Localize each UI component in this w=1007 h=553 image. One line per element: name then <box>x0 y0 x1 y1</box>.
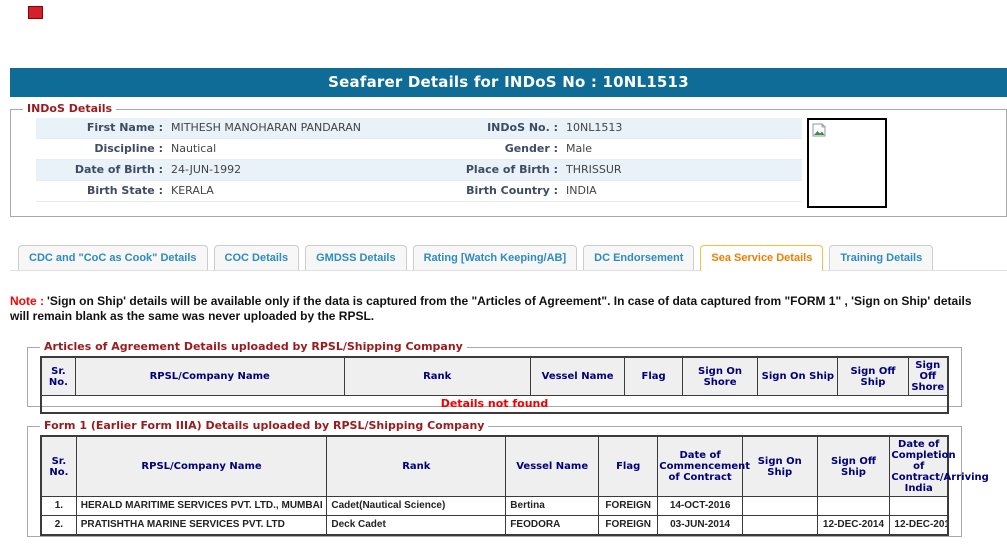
column-header: Sign Off Ship <box>838 357 908 396</box>
page-title: Seafarer Details for INDoS No : 10NL1513 <box>328 73 689 91</box>
column-header: Vessel Name <box>506 436 599 497</box>
table-cell: Bertina <box>506 497 599 516</box>
table-cell: 1. <box>41 497 76 516</box>
field-row: Birth State :KERALABirth Country :INDIA <box>36 181 802 202</box>
tab-bar: CDC and "CoC as Cook" DetailsCOC Details… <box>10 245 1007 271</box>
table-row: 2.PRATISHTHA MARINE SERVICES PVT. LTDDec… <box>41 516 948 536</box>
field-value: MITHESH MANOHARAN PANDARAN <box>171 118 436 138</box>
column-header: Sr. No. <box>41 357 75 396</box>
articles-table: Sr. No.RPSL/Company NameRankVessel NameF… <box>40 356 949 414</box>
form1-fieldset: Form 1 (Earlier Form IIIA) Details uploa… <box>27 426 962 537</box>
column-header: Flag <box>599 436 658 497</box>
tab-coc-details[interactable]: COC Details <box>214 245 300 270</box>
field-label: Discipline : <box>36 139 171 159</box>
tab-dc-endorsement[interactable]: DC Endorsement <box>583 245 694 270</box>
table-cell: HERALD MARITIME SERVICES PVT. LTD., MUMB… <box>76 497 327 516</box>
field-row: Date of Birth :24-JUN-1992Place of Birth… <box>36 160 802 181</box>
note: Note :'Sign on Ship' details will be ava… <box>10 294 988 324</box>
tab-training-details[interactable]: Training Details <box>829 245 933 270</box>
broken-image-marker <box>28 6 43 19</box>
field-value: THRISSUR <box>566 160 802 180</box>
table-cell: 14-OCT-2016 <box>658 497 743 516</box>
column-header: Sr. No. <box>41 436 76 497</box>
field-value: KERALA <box>171 181 436 201</box>
table-cell: FOREIGN <box>599 516 658 536</box>
column-header: Rank <box>327 436 506 497</box>
note-text: 'Sign on Ship' details will be available… <box>10 294 972 323</box>
field-value: INDIA <box>566 181 802 201</box>
broken-image-icon <box>812 123 826 137</box>
tab-cdc-and-coc-as-cook-details[interactable]: CDC and "CoC as Cook" Details <box>18 245 208 270</box>
page: Seafarer Details for INDoS No : 10NL1513… <box>0 0 1007 553</box>
table-cell: Cadet(Nautical Science) <box>327 497 506 516</box>
indos-fields: First Name :MITHESH MANOHARAN PANDARANIN… <box>36 118 802 202</box>
table-cell <box>890 497 948 516</box>
tab-sea-service-details[interactable]: Sea Service Details <box>700 245 823 271</box>
field-label: Date of Birth : <box>36 160 171 180</box>
table-cell: FOREIGN <box>599 497 658 516</box>
column-header: Sign On Shore <box>682 357 758 396</box>
table-cell: 03-JUN-2014 <box>658 516 743 536</box>
articles-legend: Articles of Agreement Details uploaded b… <box>40 340 467 353</box>
table-cell: FEODORA <box>506 516 599 536</box>
field-label: Birth State : <box>36 181 171 201</box>
empty-message: Details not found <box>41 396 948 414</box>
tab-rating-watch-keeping-ab[interactable]: Rating [Watch Keeping/AB] <box>413 245 578 270</box>
indos-details-legend: INDoS Details <box>23 102 116 115</box>
table-cell: 2. <box>41 516 76 536</box>
field-row: First Name :MITHESH MANOHARAN PANDARANIN… <box>36 118 802 139</box>
title-bar: Seafarer Details for INDoS No : 10NL1513 <box>10 68 1007 97</box>
column-header: Rank <box>344 357 530 396</box>
table-row: 1.HERALD MARITIME SERVICES PVT. LTD., MU… <box>41 497 948 516</box>
table-cell: 12-DEC-2014 <box>890 516 948 536</box>
column-header: Sign Off Shore <box>908 357 948 396</box>
field-value: Male <box>566 139 802 159</box>
table-cell: PRATISHTHA MARINE SERVICES PVT. LTD <box>76 516 327 536</box>
form1-table: Sr. No.RPSL/Company NameRankVessel NameF… <box>40 435 949 536</box>
column-header: Sign On Ship <box>742 436 817 497</box>
articles-fieldset: Articles of Agreement Details uploaded b… <box>27 347 962 407</box>
tab-gmdss-details[interactable]: GMDSS Details <box>305 245 406 270</box>
column-header: Date of Commencement of Contract <box>658 436 743 497</box>
field-label: Place of Birth : <box>436 160 566 180</box>
field-label: Birth Country : <box>436 181 566 201</box>
field-row: Discipline :NauticalGender :Male <box>36 139 802 160</box>
column-header: Sign Off Ship <box>817 436 890 497</box>
field-label: INDoS No. : <box>436 118 566 138</box>
form1-legend: Form 1 (Earlier Form IIIA) Details uploa… <box>40 419 488 432</box>
table-cell: 12-DEC-2014 <box>817 516 890 536</box>
note-prefix: Note : <box>10 294 44 308</box>
field-value: Nautical <box>171 139 436 159</box>
column-header: Sign On Ship <box>758 357 838 396</box>
table-cell <box>817 497 890 516</box>
column-header: RPSL/Company Name <box>76 436 327 497</box>
photo-box <box>807 118 887 208</box>
field-value: 10NL1513 <box>566 118 802 138</box>
column-header: Flag <box>625 357 682 396</box>
field-value: 24-JUN-1992 <box>171 160 436 180</box>
field-label: First Name : <box>36 118 171 138</box>
table-cell <box>742 516 817 536</box>
column-header: Date of Completion of Contract/Arriving … <box>890 436 948 497</box>
table-cell <box>742 497 817 516</box>
table-cell: Deck Cadet <box>327 516 506 536</box>
field-label: Gender : <box>436 139 566 159</box>
indos-details-fieldset: INDoS Details First Name :MITHESH MANOHA… <box>10 109 1007 217</box>
column-header: RPSL/Company Name <box>75 357 344 396</box>
column-header: Vessel Name <box>530 357 625 396</box>
